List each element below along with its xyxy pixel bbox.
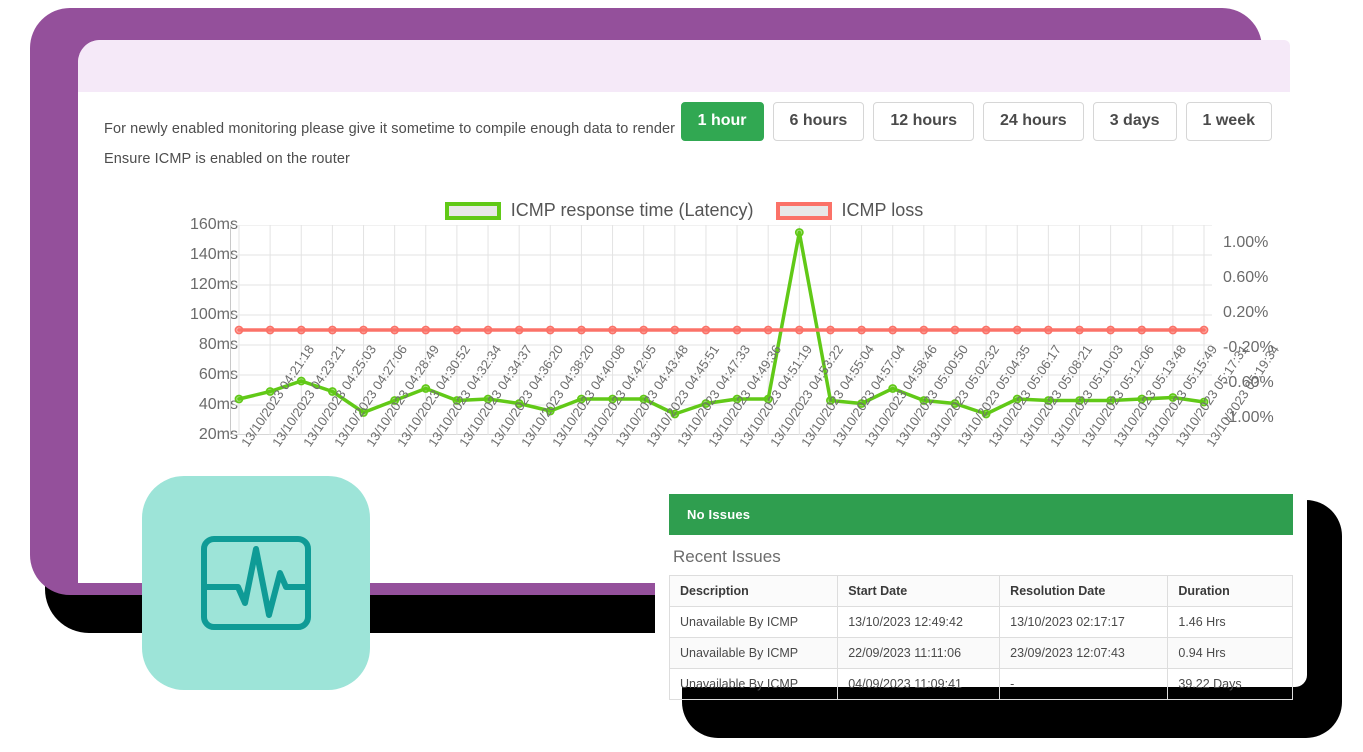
table-cell: Unavailable By ICMP: [668, 637, 839, 669]
chart-plot-area: [230, 225, 1212, 435]
range-button-3-days[interactable]: 3 days: [1092, 102, 1177, 141]
legend-swatch-latency-icon: [444, 201, 501, 220]
table-cell: Unavailable By ICMP: [668, 668, 839, 700]
table-cell: 13/10/2023 12:49:42: [837, 606, 1001, 638]
table-header-row: Description Start Date Resolution Date Dura…: [668, 575, 1293, 607]
table-body: Unavailable By ICMP 13/10/2023 12:49:42 13…: [668, 606, 1293, 700]
time-range-button-group[interactable]: 1 hour 6 hours 12 hours 24 hours 3 days 1 wee…: [680, 102, 1272, 141]
legend-label-latency: ICMP response time (Latency): [510, 200, 754, 220]
notice-line-2: Ensure ICMP is enabled on the router: [104, 151, 350, 167]
table-header-cell: Start Date: [837, 575, 1001, 607]
table-row: Unavailable By ICMP 13/10/2023 12:49:42 13…: [668, 606, 1293, 638]
y-right-tick: 0.60%: [1223, 268, 1269, 286]
legend-item-latency[interactable]: ICMP response time (Latency): [444, 200, 754, 221]
range-button-12-hours[interactable]: 12 hours: [873, 102, 975, 141]
legend-item-loss[interactable]: ICMP loss: [775, 200, 924, 221]
table-header-cell: Description: [668, 575, 839, 607]
y-axis-right: 1.00% 0.60% 0.20% -0.20% -0.60% -1.00%: [1211, 225, 1290, 435]
table-cell: 0.94 Hrs: [1167, 637, 1293, 669]
card-body: For newly enabled monitoring please give…: [78, 92, 1290, 455]
table-row: Unavailable By ICMP 22/09/2023 11:11:06 23…: [668, 637, 1293, 669]
screenshot-stage: For newly enabled monitoring please give…: [0, 0, 1363, 752]
table-header-cell: Resolution Date: [999, 575, 1169, 607]
pulse-monitor-icon: [142, 476, 370, 690]
recent-issues-title: Recent Issues: [673, 547, 781, 566]
range-button-6-hours[interactable]: 6 hours: [772, 102, 865, 141]
range-button-1-week[interactable]: 1 week: [1185, 102, 1272, 141]
chart-legend: ICMP response time (Latency) ICMP loss: [104, 200, 1264, 221]
card-header-strip: [78, 40, 1290, 92]
table-cell: 39.22 Days: [1167, 668, 1293, 700]
table-cell: 22/09/2023 11:11:06: [837, 637, 1001, 669]
status-banner: No Issues: [669, 494, 1293, 535]
legend-label-loss: ICMP loss: [841, 200, 924, 220]
table-cell: 23/09/2023 12:07:43: [999, 637, 1169, 669]
table-row: Unavailable By ICMP 04/09/2023 11:09:41-3…: [668, 668, 1293, 700]
table-cell: Unavailable By ICMP: [668, 606, 839, 638]
legend-swatch-loss-icon: [775, 201, 832, 220]
icmp-chart: 160ms 140ms 120ms 100ms 80ms 60ms 40ms 20ms 1.0…: [104, 216, 1282, 455]
y-right-tick: 1.00%: [1223, 233, 1269, 251]
recent-issues-table: Description Start Date Resolution Date Dura…: [668, 575, 1293, 700]
range-button-1-hour[interactable]: 1 hour: [680, 102, 764, 141]
table-header-cell: Duration: [1167, 575, 1293, 607]
table-cell: 04/09/2023 11:09:41: [837, 668, 1001, 700]
table-cell: 13/10/2023 02:17:17: [999, 606, 1169, 638]
issues-panel: No Issues Recent Issues Description Start…: [655, 480, 1307, 700]
y-right-tick: 0.20%: [1223, 303, 1269, 321]
table-cell: 1.46 Hrs: [1167, 606, 1293, 638]
table-cell: -: [999, 668, 1169, 700]
range-button-24-hours[interactable]: 24 hours: [983, 102, 1084, 141]
